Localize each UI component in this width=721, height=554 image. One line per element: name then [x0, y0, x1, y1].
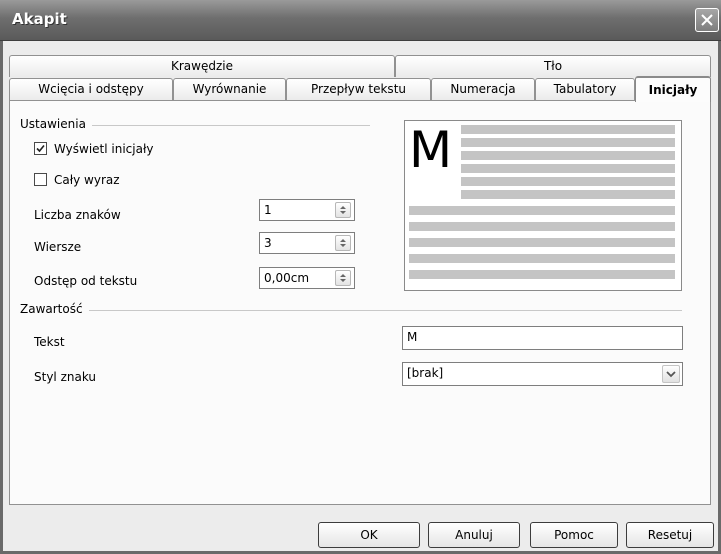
tab-label: Przepływ tekstu: [311, 82, 406, 96]
char-style-value[interactable]: [brak]: [407, 366, 443, 380]
tab-tabulatory[interactable]: Tabulatory: [535, 78, 635, 100]
char-style-dropdown[interactable]: [brak]: [402, 362, 683, 386]
tab-inicjaly[interactable]: Inicjały: [635, 76, 711, 102]
window-title: Akapit: [12, 10, 67, 28]
tab-tlo[interactable]: Tło: [395, 55, 711, 77]
spin-arrows[interactable]: [335, 270, 351, 286]
tab-label: Tabulatory: [553, 82, 617, 96]
preview-line: [461, 164, 675, 173]
whole-word-checkbox[interactable]: [34, 173, 47, 186]
preview-line: [461, 138, 675, 147]
close-button[interactable]: [695, 8, 719, 32]
cancel-button[interactable]: Anuluj: [428, 522, 520, 548]
lines-label: Wiersze: [34, 240, 82, 254]
num-chars-value[interactable]: 1: [264, 203, 272, 217]
tab-label: Numeracja: [450, 82, 516, 96]
ok-button[interactable]: OK: [318, 522, 420, 548]
reset-button-label: Resetuj: [647, 528, 693, 542]
tab-numeracja[interactable]: Numeracja: [431, 78, 535, 100]
num-chars-label: Liczba znaków: [34, 208, 121, 222]
char-style-label: Styl znaku: [34, 370, 97, 384]
title-bar: Akapit: [0, 0, 721, 41]
help-button[interactable]: Pomoc: [530, 522, 618, 548]
tab-label: Tło: [543, 59, 563, 73]
spacing-label: Odstęp od tekstu: [34, 274, 138, 288]
text-input[interactable]: M: [402, 326, 683, 350]
tab-label: Wyrównanie: [192, 82, 267, 96]
chevron-down-icon: [666, 371, 676, 378]
close-icon: [701, 14, 713, 26]
tab-przeplyw-tekstu[interactable]: Przepływ tekstu: [286, 78, 431, 100]
spin-arrows-icon: [340, 206, 346, 214]
contents-group-label: Zawartość: [20, 302, 89, 316]
lines-spinbox[interactable]: 3: [259, 232, 355, 254]
text-label: Tekst: [34, 335, 65, 349]
spacing-spinbox[interactable]: 0,00cm: [259, 267, 355, 289]
preview-line: [461, 125, 675, 134]
preview-line: [461, 177, 675, 186]
show-dropcaps-checkbox[interactable]: [34, 142, 47, 155]
spin-arrows-icon: [340, 239, 346, 247]
preview-line: [409, 206, 675, 215]
contents-separator: [20, 310, 682, 311]
preview-dropcap-letter: M: [409, 121, 453, 179]
tab-krawedzie[interactable]: Krawędzie: [9, 55, 395, 77]
spin-arrows[interactable]: [335, 202, 351, 218]
reset-button[interactable]: Resetuj: [626, 522, 714, 548]
spacing-value[interactable]: 0,00cm: [264, 271, 309, 285]
lines-value[interactable]: 3: [264, 236, 272, 250]
preview-line: [409, 222, 675, 231]
dropcap-preview: M: [404, 120, 682, 291]
preview-line: [409, 238, 675, 247]
ok-button-label: OK: [360, 528, 378, 542]
checkmark-icon: [36, 144, 45, 153]
dropdown-arrow[interactable]: [662, 365, 680, 383]
num-chars-spinbox[interactable]: 1: [259, 199, 355, 221]
tab-label: Krawędzie: [171, 59, 233, 73]
tab-label: Inicjały: [648, 83, 698, 97]
spin-arrows[interactable]: [335, 235, 351, 251]
tab-label: Wcięcia i odstępy: [38, 82, 144, 96]
preview-line: [409, 270, 675, 279]
show-dropcaps-label[interactable]: Wyświetl inicjały: [54, 142, 153, 156]
tab-wyrownanie[interactable]: Wyrównanie: [173, 78, 286, 100]
spin-arrows-icon: [340, 274, 346, 282]
text-input-value[interactable]: M: [407, 330, 417, 344]
help-button-label: Pomoc: [554, 528, 594, 542]
cancel-button-label: Anuluj: [455, 528, 493, 542]
preview-line: [461, 151, 675, 160]
settings-group-label: Ustawienia: [20, 117, 92, 131]
tab-wciecia-i-odstepy[interactable]: Wcięcia i odstępy: [9, 78, 173, 100]
preview-line: [461, 190, 675, 199]
whole-word-label[interactable]: Cały wyraz: [54, 173, 120, 187]
preview-line: [409, 254, 675, 263]
